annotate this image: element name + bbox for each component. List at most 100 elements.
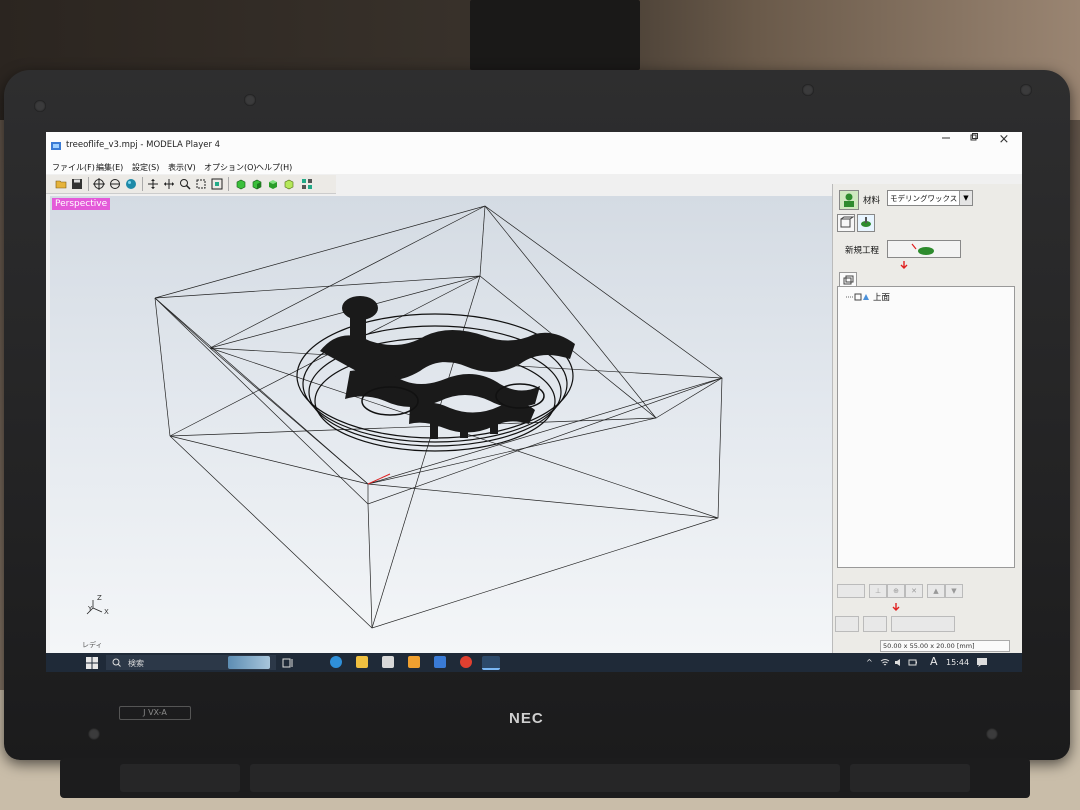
bezel-screw — [986, 728, 998, 740]
axis-x-label: X — [104, 608, 109, 616]
menu-view[interactable]: 表示(V) — [168, 162, 196, 173]
store-icon[interactable] — [382, 656, 394, 668]
preview-button[interactable] — [835, 616, 859, 632]
start-icon[interactable] — [86, 657, 98, 669]
3d-viewport[interactable]: Perspective Z Y X — [50, 196, 832, 656]
close-button[interactable]: × — [990, 132, 1018, 150]
side-panel: 材料 モデリングワックス ▼ 新規工程 上面 ⊥ ⊕ ✕ ▲ ▼ — [832, 184, 1022, 658]
zoom-icon — [180, 179, 191, 190]
material-select-value: モデリングワックス — [890, 194, 958, 203]
bezel-screw — [88, 728, 100, 740]
zoom-button[interactable] — [178, 177, 192, 191]
settings-button[interactable] — [300, 177, 314, 191]
bezel-screw — [802, 84, 814, 96]
save-button[interactable] — [70, 177, 84, 191]
edge-icon[interactable] — [330, 656, 342, 668]
menu-bar: ファイル(F) 編集(E) 設定(S) 表示(V) オプション(O) ヘルプ(H… — [46, 160, 1022, 174]
simulate-button[interactable] — [863, 616, 887, 632]
menu-help[interactable]: ヘルプ(H) — [256, 162, 292, 173]
disabled-button-1[interactable] — [837, 584, 865, 598]
restore-button[interactable] — [960, 132, 988, 150]
menu-settings[interactable]: 設定(S) — [132, 162, 159, 173]
battery-icon[interactable] — [908, 658, 918, 667]
mill-icon — [911, 243, 934, 255]
move-icon — [164, 179, 174, 189]
zoom-fit-button[interactable] — [210, 177, 224, 191]
delete-button[interactable]: ✕ — [905, 584, 923, 598]
screen: treeoflife_v3.mpj - MODELA Player 4 × ファ… — [46, 132, 1022, 672]
render-sphere-icon — [126, 179, 136, 189]
dimensions-readout: 50.00 x 55.00 x 20.00 [mm] — [880, 640, 1010, 652]
minimize-button[interactable] — [932, 132, 960, 150]
tab-process[interactable] — [839, 272, 857, 287]
rotate-icon — [110, 179, 120, 189]
chevron-down-icon[interactable]: ▼ — [959, 191, 972, 205]
menu-file[interactable]: ファイル(F) — [52, 162, 95, 173]
volume-icon[interactable] — [894, 658, 904, 667]
view-right-button[interactable] — [250, 177, 264, 191]
rotate-button[interactable] — [108, 177, 122, 191]
open-button[interactable] — [54, 177, 68, 191]
search-placeholder: 検索 — [128, 659, 144, 668]
view-front-icon — [236, 179, 246, 190]
process-tree: 上面 — [837, 286, 1015, 568]
view-right-icon — [252, 179, 262, 190]
laptop-hinge — [60, 758, 1030, 798]
wifi-icon[interactable] — [880, 658, 890, 667]
new-process-button[interactable] — [887, 240, 961, 258]
chrome-icon[interactable] — [460, 656, 472, 668]
menu-edit[interactable]: 編集(E) — [96, 162, 123, 173]
toolbar — [46, 175, 336, 194]
view-iso-button[interactable] — [282, 177, 296, 191]
bezel-screw — [244, 94, 256, 106]
process-button-2[interactable] — [857, 214, 875, 232]
chevron-up-icon[interactable]: ^ — [866, 658, 873, 667]
move-down-button[interactable]: ▼ — [945, 584, 963, 598]
cut-button[interactable] — [891, 616, 955, 632]
bezel-screw — [34, 100, 46, 112]
save-icon — [72, 179, 82, 189]
bezel-screw — [1020, 84, 1032, 96]
tree-item-top[interactable]: 上面 — [846, 291, 890, 303]
settings-icon — [302, 179, 312, 189]
tool-icon — [861, 217, 871, 227]
zoom-box-button[interactable] — [194, 177, 208, 191]
clock[interactable]: 15:44 — [946, 658, 969, 667]
disabled-button-3[interactable]: ⊕ — [887, 584, 905, 598]
pan-button[interactable] — [146, 177, 160, 191]
move-up-button[interactable]: ▲ — [927, 584, 945, 598]
app-icon-orange[interactable] — [408, 656, 420, 668]
process-button-1[interactable] — [837, 214, 855, 232]
window-title: treeoflife_v3.mpj - MODELA Player 4 — [66, 140, 221, 150]
notification-icon[interactable] — [976, 657, 988, 668]
zoom-fit-icon — [211, 178, 223, 190]
view-top-button[interactable] — [266, 177, 280, 191]
move-button[interactable] — [162, 177, 176, 191]
task-view-icon[interactable] — [282, 657, 294, 669]
render-button[interactable] — [124, 177, 138, 191]
search-highlight-image — [228, 656, 270, 669]
ime-indicator[interactable]: A — [930, 655, 938, 668]
axis-z-label: Z — [97, 594, 102, 602]
modela-taskbar-icon[interactable] — [482, 656, 500, 670]
view-front-button[interactable] — [234, 177, 248, 191]
tree-branch-icon — [846, 293, 869, 301]
menu-options[interactable]: オプション(O) — [204, 162, 257, 173]
minimize-icon — [942, 137, 950, 139]
material-button[interactable] — [839, 190, 859, 210]
material-label: 材料 — [863, 196, 881, 206]
explorer-icon[interactable] — [356, 656, 368, 668]
search-icon — [112, 658, 121, 667]
brand-logo: NEC — [509, 710, 544, 727]
new-process-label: 新規工程 — [845, 246, 880, 256]
box-icon — [840, 216, 855, 228]
search-box[interactable]: 検索 — [106, 655, 276, 670]
material-select[interactable]: モデリングワックス ▼ — [887, 190, 973, 206]
title-bar: treeoflife_v3.mpj - MODELA Player 4 × — [46, 132, 1022, 160]
model-label: J VX-A — [119, 706, 191, 720]
view-center-button[interactable] — [92, 177, 106, 191]
view-top-icon — [269, 180, 277, 189]
app-icon-blue[interactable] — [434, 656, 446, 668]
app-icon — [51, 142, 61, 150]
disabled-button-2[interactable]: ⊥ — [869, 584, 887, 598]
